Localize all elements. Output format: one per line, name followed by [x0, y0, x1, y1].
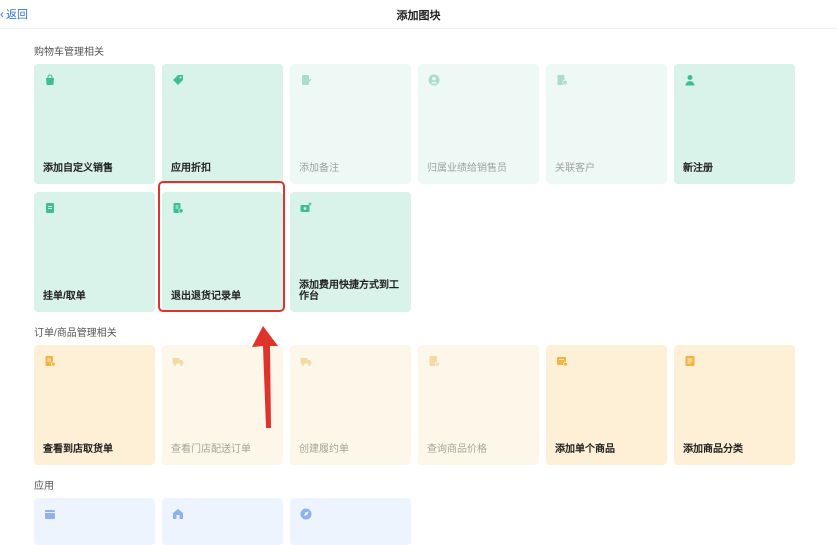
tile-add-custom-sale[interactable]: 添加自定义销售: [34, 64, 155, 184]
tile-query-price[interactable]: 查询商品价格: [418, 345, 539, 465]
tile-label: 查看门店配送订单: [171, 444, 251, 455]
section-title-order-product: 订单/商品管理相关: [34, 328, 117, 339]
tile-app-2[interactable]: [162, 498, 283, 545]
section-title-cart: 购物车管理相关: [34, 47, 104, 58]
store-icon: [173, 509, 183, 519]
calendar-icon: [45, 510, 55, 519]
document-icon: [46, 203, 54, 213]
person-icon: [685, 75, 695, 86]
tile-assign-salesperson[interactable]: 归属业绩给销售员: [418, 64, 539, 184]
compass-icon: [300, 508, 312, 520]
page-title: 添加图块: [396, 10, 441, 22]
pickup-doc-icon: [45, 356, 56, 367]
add-product-icon: [557, 357, 568, 367]
tile-label: 应用折扣: [171, 163, 211, 174]
tile-label: 新注册: [683, 163, 713, 174]
tile-exit-return-record[interactable]: 退出退货记录单: [162, 192, 283, 312]
tile-label: 查询商品价格: [427, 444, 487, 455]
return-record-icon: [173, 203, 184, 214]
tile-view-pickup-orders[interactable]: 查看到店取货单: [34, 345, 155, 465]
user-circle-icon: [428, 74, 440, 86]
tile-label: 查看到店取货单: [43, 444, 113, 455]
tile-label: 添加自定义销售: [43, 163, 113, 174]
tile-link-customer[interactable]: 关联客户: [546, 64, 667, 184]
tile-app-1[interactable]: [34, 498, 155, 545]
tile-add-fee-shortcut[interactable]: 添加费用快捷方式到工作台: [290, 192, 411, 312]
price-tag-icon: [429, 356, 440, 367]
section-title-apps: 应用: [34, 481, 54, 492]
tile-label: 退出退货记录单: [171, 291, 241, 302]
note-edit-icon: [302, 75, 312, 85]
tile-add-single-product[interactable]: 添加单个商品: [546, 345, 667, 465]
tile-label: 添加费用快捷方式到工作台: [299, 280, 399, 302]
tile-label: 添加单个商品: [555, 444, 615, 455]
truck-icon: [172, 358, 184, 366]
tile-hold-retrieve-order[interactable]: 挂单/取单: [34, 192, 155, 312]
top-bar: ‹ 返回 添加图块: [0, 0, 837, 29]
tile-add-note[interactable]: 添加备注: [290, 64, 411, 184]
add-fee-icon: [300, 202, 312, 212]
tile-create-fulfillment[interactable]: 创建履约单: [290, 345, 411, 465]
tile-label: 关联客户: [555, 163, 595, 174]
category-icon: [685, 356, 695, 366]
tile-label: 添加商品分类: [683, 444, 743, 455]
tag-icon: [173, 75, 183, 85]
shopping-bag-icon: [46, 74, 54, 85]
tile-view-delivery-orders[interactable]: 查看门店配送订单: [162, 345, 283, 465]
tile-label: 创建履约单: [299, 444, 349, 455]
tile-label: 添加备注: [299, 163, 339, 174]
truck-icon: [300, 358, 312, 366]
tile-app-3[interactable]: [290, 498, 411, 545]
tile-label: 归属业绩给销售员: [427, 163, 507, 174]
tile-apply-discount[interactable]: 应用折扣: [162, 64, 283, 184]
tile-label: 挂单/取单: [43, 291, 86, 302]
document-user-icon: [557, 75, 568, 86]
tile-new-registration[interactable]: 新注册: [674, 64, 795, 184]
tile-add-product-category[interactable]: 添加商品分类: [674, 345, 795, 465]
